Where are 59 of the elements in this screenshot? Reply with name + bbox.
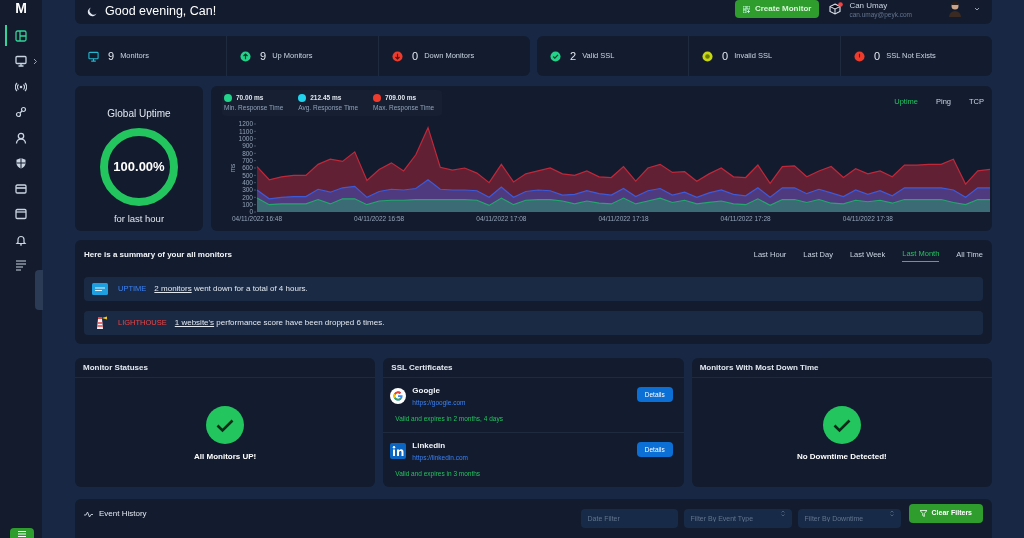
stat-count: 2 xyxy=(570,48,577,64)
layout-icon[interactable] xyxy=(15,29,27,42)
card-title: Monitors With Most Down Time xyxy=(699,361,819,374)
arrow-up-icon xyxy=(240,50,251,62)
arrow-down-icon xyxy=(392,50,403,62)
event-history-title: Event History xyxy=(99,507,147,520)
stat-count: 9 xyxy=(260,48,267,64)
site-name: Google xyxy=(412,385,441,398)
credit-card-icon[interactable] xyxy=(15,182,27,195)
status-message: No Downtime Detected! xyxy=(796,451,887,464)
stat-count: 0 xyxy=(874,48,881,64)
linkedin-logo xyxy=(390,443,407,460)
uptime-value: 100.00% xyxy=(113,157,165,176)
summary-link[interactable]: 1 website's xyxy=(174,317,215,327)
stat-count: 0 xyxy=(722,48,729,64)
stat-count: 9 xyxy=(108,48,115,64)
uptime-title: Global Uptime xyxy=(107,106,171,121)
check-circle-icon xyxy=(822,406,861,445)
google-logo xyxy=(390,388,407,405)
cube-icon[interactable] xyxy=(829,1,844,16)
user-icon[interactable] xyxy=(15,131,27,144)
list-icon[interactable] xyxy=(15,259,27,271)
user-avatar[interactable] xyxy=(948,0,962,17)
broadcast-icon[interactable] xyxy=(15,80,27,93)
uptime-caption: for last hour xyxy=(113,211,165,226)
summary-text: 1 website's performance score have been dropped 6 times. xyxy=(174,316,385,329)
chevron-right-icon[interactable] xyxy=(33,57,38,65)
chevron-down-icon[interactable] xyxy=(974,6,980,11)
grid-plus-icon xyxy=(742,5,750,13)
summary-link[interactable]: 2 monitors xyxy=(154,283,192,293)
monitor-icon xyxy=(88,50,99,62)
notification-bell-icon[interactable] xyxy=(15,233,27,246)
sort-arrows-icon xyxy=(889,509,894,517)
check-icon xyxy=(550,50,561,62)
logo[interactable]: M xyxy=(15,1,27,15)
greeting-text: Good evening, Can! xyxy=(105,3,217,21)
moon-icon xyxy=(87,6,97,17)
monitor-icon[interactable] xyxy=(15,55,27,67)
summary-text: 2 monitors went down for a total of 4 hours. xyxy=(154,282,308,295)
activity-icon xyxy=(84,510,93,518)
card-title: Monitor Statuses xyxy=(83,361,148,374)
active-indicator xyxy=(5,25,7,46)
user-name: Can Umay xyxy=(849,0,889,11)
summary-title: Here is a summary of your all monitors xyxy=(84,249,233,261)
menu-icon[interactable] xyxy=(10,528,34,538)
error-icon xyxy=(854,50,865,62)
link-icon[interactable] xyxy=(15,106,27,118)
sort-arrows-icon xyxy=(780,509,785,517)
check-circle-icon xyxy=(206,406,245,445)
browser-window-icon[interactable] xyxy=(15,208,27,220)
status-message: All Monitors UP! xyxy=(194,451,257,464)
shield-icon[interactable] xyxy=(15,157,27,169)
stat-count: 0 xyxy=(412,48,419,64)
collapse-handle[interactable] xyxy=(35,270,43,310)
warning-icon xyxy=(702,50,713,62)
uptime-badge-icon xyxy=(92,281,108,296)
filter-icon xyxy=(919,509,927,517)
site-name: Linkedin xyxy=(412,440,447,453)
card-title: SSL Certificates xyxy=(391,361,453,374)
